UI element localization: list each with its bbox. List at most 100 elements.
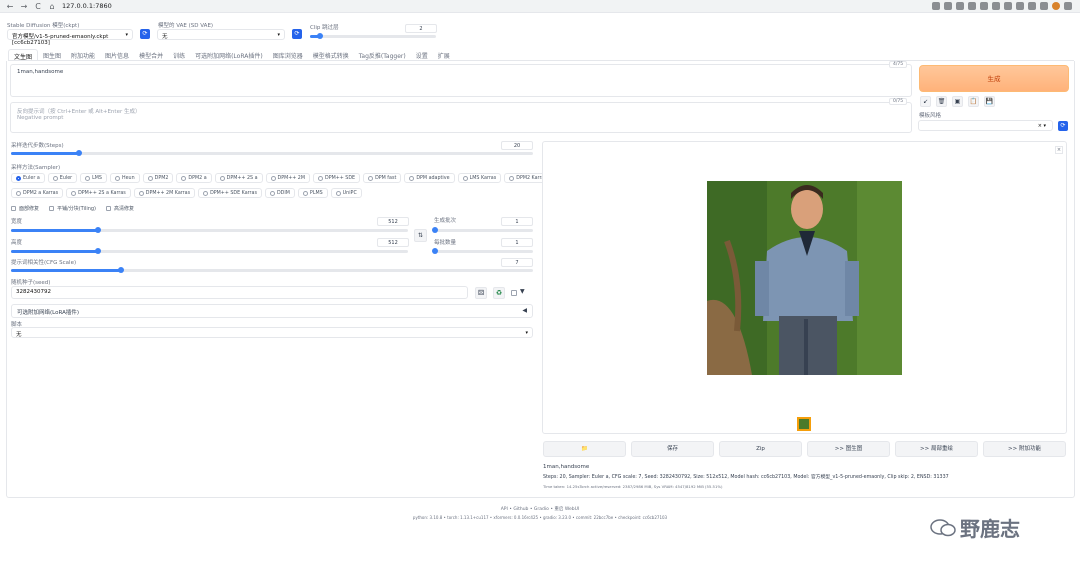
recycle-icon[interactable]: ♻ [493,287,505,299]
sampler-option[interactable]: LMS [80,173,107,183]
seed-input[interactable]: 3282430792 [11,286,468,299]
slider-thumb[interactable] [95,227,102,233]
zip-button[interactable]: Zip [719,441,802,457]
tiling-checkbox[interactable]: 平铺/分块(Tiling) [49,205,96,212]
height-slider[interactable] [11,248,408,254]
forward-icon[interactable]: → [20,2,28,11]
radio-dot[interactable] [71,190,77,196]
radio-dot[interactable] [52,175,58,181]
steps-input[interactable]: 20 [501,141,533,150]
cfg-input[interactable]: 7 [501,258,533,267]
save-style-icon[interactable]: 💾 [984,96,995,107]
reading-list-icon[interactable] [1028,2,1036,10]
slider-thumb[interactable] [117,267,124,273]
read-params-icon[interactable]: ↙ [920,96,931,107]
sampler-option[interactable]: LMS Karras [457,173,502,183]
sampler-option[interactable]: DPM2 a [176,173,212,183]
checkbox-box[interactable] [106,206,112,211]
batch-count-slider[interactable] [432,227,533,233]
share-icon[interactable] [956,2,964,10]
address-bar[interactable]: 127.0.0.1:7860 [62,2,112,10]
style-clear-icon[interactable]: × ▾ [1038,123,1046,129]
sampler-option[interactable]: DPM++ 2M Karras [133,188,196,198]
batch-count-input[interactable]: 1 [501,217,533,226]
radio-dot[interactable] [114,175,120,181]
sampler-option[interactable]: UniPC [330,188,362,198]
radio-dot[interactable] [302,190,308,196]
radio-dot[interactable] [181,175,187,181]
sampler-option[interactable]: DPM++ 2S a [214,173,263,183]
chevron-down-icon[interactable]: ▼ [520,288,525,295]
clip-skip-input[interactable]: 2 [405,24,437,33]
batch-size-slider[interactable] [432,248,533,254]
send-to-inpaint-button[interactable]: >> 局部重绘 [895,441,978,457]
style-select[interactable]: × ▾ [918,120,1053,131]
radio-dot[interactable] [409,175,415,181]
radio-dot[interactable] [138,190,144,196]
sampler-option[interactable]: DPM++ 2S a Karras [66,188,131,198]
sampler-option[interactable]: DPM adaptive [404,173,455,183]
sampler-option[interactable]: Euler [47,173,78,183]
lora-accordion[interactable]: 可选附加网络(LoRA插件) ◀ [11,304,533,318]
script-select[interactable]: 无 ▾ [11,327,533,338]
extension-icon[interactable] [1004,2,1012,10]
dice-icon[interactable]: ⚄ [475,287,487,299]
slider-thumb[interactable] [317,33,324,39]
face-restore-checkbox[interactable]: 面部修复 [11,205,39,212]
slider-thumb[interactable] [95,248,102,254]
home-icon[interactable]: ⌂ [48,2,56,11]
reload-icon[interactable]: C [34,2,42,11]
radio-dot[interactable] [270,175,276,181]
trash-icon[interactable]: 🗑 [936,96,947,107]
slider-thumb[interactable] [75,150,82,156]
send-to-img2img-button[interactable]: >> 图生图 [807,441,890,457]
back-icon[interactable]: ← [6,2,14,11]
slider-thumb[interactable] [432,227,438,233]
extra-networks-icon[interactable]: ▣ [952,96,963,107]
sampler-option[interactable]: DPM fast [363,173,402,183]
puzzle-icon[interactable] [1016,2,1024,10]
radio-dot[interactable] [509,175,515,181]
extension-icon[interactable] [980,2,988,10]
cfg-slider[interactable] [11,267,533,273]
radio-dot[interactable] [16,190,21,196]
steps-slider[interactable] [11,150,533,156]
refresh-vae-button[interactable]: ⟳ [292,29,302,39]
sampler-option[interactable]: DPM2 a Karras [11,188,64,198]
refresh-style-button[interactable]: ⟳ [1058,121,1068,131]
sampler-option[interactable]: DPM2 [142,173,174,183]
width-slider[interactable] [11,227,408,233]
radio-dot[interactable] [269,190,275,196]
radio-dot[interactable] [462,175,468,181]
radio-dot[interactable] [335,190,341,196]
close-icon[interactable]: × [1055,146,1063,154]
height-input[interactable]: 512 [377,238,409,247]
width-input[interactable]: 512 [377,217,409,226]
radio-dot[interactable] [85,175,91,181]
checkbox-box[interactable] [49,206,55,211]
sampler-option[interactable]: DDIM [264,188,295,198]
radio-dot[interactable] [368,175,374,181]
batch-size-input[interactable]: 1 [501,238,533,247]
extra-seed-checkbox[interactable] [511,290,517,296]
radio-dot[interactable] [318,175,323,181]
send-to-extras-button[interactable]: >> 附加功能 [983,441,1066,457]
translate-icon[interactable] [932,2,940,10]
model-select[interactable]: 官方模型/v1-5-pruned-emaonly.ckpt [cc6cb2710… [7,29,133,46]
star-icon[interactable] [968,2,976,10]
swap-dimensions-button[interactable]: ⇅ [414,229,427,242]
sampler-option[interactable]: Euler a [11,173,45,183]
sampler-option[interactable]: PLMS [297,188,328,198]
avatar[interactable] [1052,2,1060,10]
extension-icon[interactable] [992,2,1000,10]
menu-icon[interactable] [1064,2,1072,10]
checkbox-box[interactable] [11,206,16,211]
radio-dot[interactable] [16,175,21,181]
clip-skip-slider[interactable] [310,33,436,39]
sampler-option[interactable]: DPM++ SDE [313,173,361,183]
refresh-model-button[interactable]: ⟳ [140,29,150,39]
generated-image[interactable] [707,181,902,375]
clipboard-icon[interactable]: 📋 [968,96,979,107]
radio-dot[interactable] [203,190,209,196]
generate-button[interactable]: 生成 [919,65,1069,92]
